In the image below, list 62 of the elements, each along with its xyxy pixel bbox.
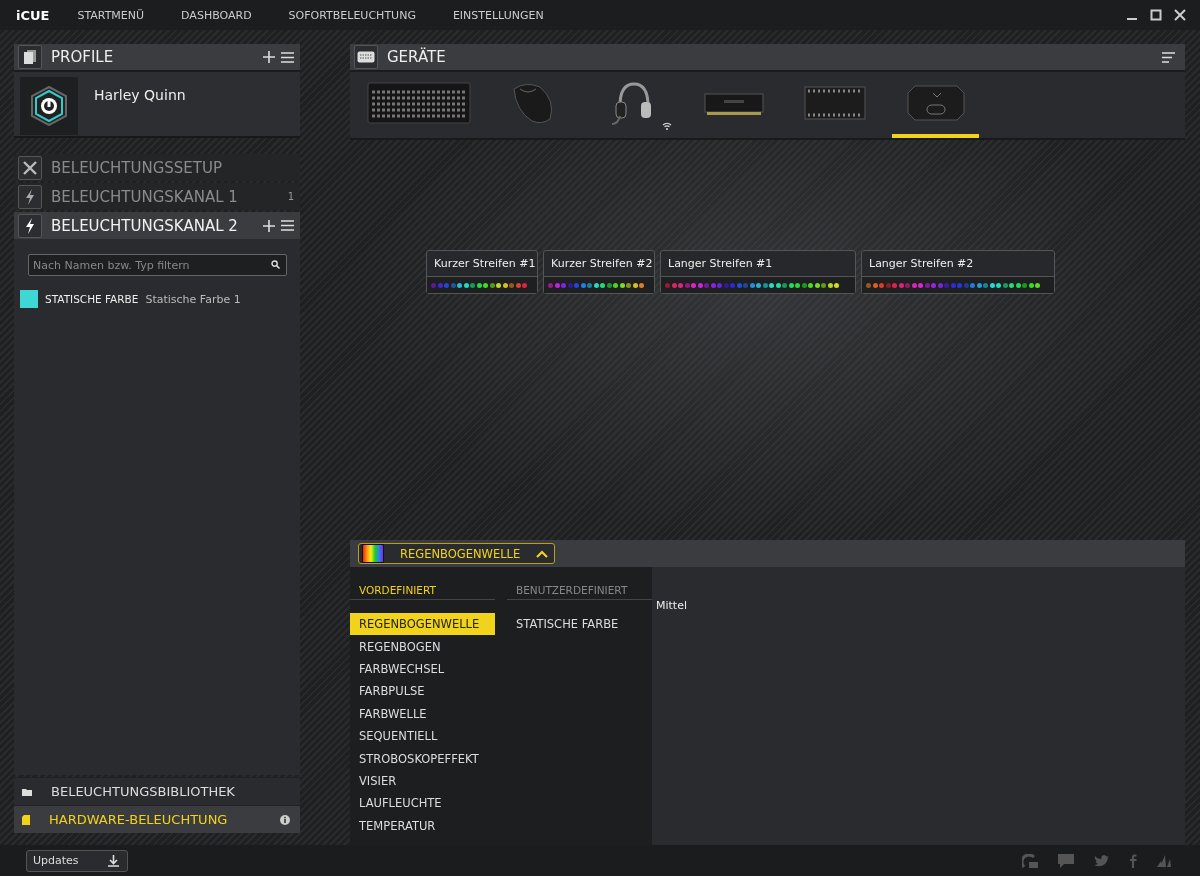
led-strip-card[interactable]: Langer Streifen #1 <box>660 250 856 294</box>
devices-title: GERÄTE <box>387 48 446 66</box>
filter-field[interactable]: Nach Namen bzw. Typ filtern <box>28 254 287 276</box>
lighting-section-tab[interactable]: BELEUCHTUNGSSETUP <box>14 154 300 181</box>
maximize-icon[interactable] <box>1150 9 1162 21</box>
speed-value: Mittel <box>656 599 687 612</box>
nav-tab[interactable]: EINSTELLUNGEN <box>452 4 544 26</box>
channel-count: 1 <box>287 191 294 202</box>
tools-icon <box>22 159 38 176</box>
app-logo: iCUE <box>16 7 50 23</box>
folder-icon <box>22 787 32 796</box>
effect-category-tab[interactable]: VORDEFINIERT <box>350 581 495 600</box>
led-strip-card[interactable]: Langer Streifen #2 <box>861 250 1055 294</box>
keyboard-icon <box>367 82 471 124</box>
effect-option[interactable]: FARBWECHSEL <box>350 657 495 681</box>
add-icon[interactable] <box>263 219 275 232</box>
library-tab[interactable]: BELEUCHTUNGSBIBLIOTHEK <box>14 777 300 805</box>
hub-icon <box>906 85 965 121</box>
list-icon[interactable] <box>1162 51 1175 63</box>
effect-option[interactable]: FARBPULSE <box>350 680 495 703</box>
menu-icon[interactable] <box>281 51 294 63</box>
menu-icon[interactable] <box>281 220 294 231</box>
hexagon-logo-icon <box>31 86 67 126</box>
add-icon[interactable] <box>263 51 275 63</box>
effect-option[interactable]: VISIER <box>350 769 495 793</box>
search-icon <box>271 260 280 269</box>
lightning-icon <box>24 217 36 234</box>
lightning-icon <box>24 188 36 205</box>
lighting-section-tab[interactable]: BELEUCHTUNGSKANAL 2 <box>14 212 300 239</box>
effect-option[interactable]: FARBWELLE <box>350 702 495 725</box>
library-tab[interactable]: HARDWARE-BELEUCHTUNG <box>14 805 300 833</box>
profiles-title: PROFILE <box>51 48 114 66</box>
effect-option[interactable]: STROBOSKOPEFFEKT <box>350 747 495 770</box>
effect-option[interactable]: SEQUENTIELL <box>350 724 495 748</box>
info-icon[interactable] <box>280 814 290 825</box>
rainbow-icon <box>362 544 384 563</box>
effect-option[interactable]: REGENBOGENWELLE <box>350 613 495 636</box>
nav-tab[interactable]: SOFORTBELEUCHTUNG <box>288 4 416 26</box>
chevron-up-icon <box>536 549 549 558</box>
memory-module-icon <box>703 90 764 116</box>
updates-button[interactable]: Updates <box>26 849 128 872</box>
profiles-icon <box>18 45 42 69</box>
effect-option[interactable]: STATISCHE FARBE <box>507 613 652 636</box>
effect-dropdown[interactable]: REGENBOGENWELLE <box>358 543 556 564</box>
effect-option[interactable]: TEMPERATUR <box>350 814 495 837</box>
keyboard-icon <box>354 45 378 69</box>
nav-tab[interactable]: DASHBOARD <box>181 4 252 26</box>
led-strip-card[interactable]: Kurzer Streifen #1 <box>426 250 538 294</box>
controller-box-icon <box>803 86 866 120</box>
effect-option[interactable]: LAUFLEUCHTE <box>350 792 495 815</box>
lighting-section-tab[interactable]: BELEUCHTUNGSKANAL 1 1 <box>14 183 300 210</box>
led-strip-card[interactable]: Kurzer Streifen #2 <box>543 250 655 294</box>
profile-card[interactable]: Harley Quinn <box>14 72 300 138</box>
close-icon[interactable] <box>1174 9 1186 21</box>
layer-name[interactable]: Statische Farbe 1 <box>145 292 241 306</box>
effect-category-tab[interactable]: BENUTZERDEFINIERT <box>507 581 652 600</box>
download-icon <box>108 854 119 867</box>
layer-type[interactable]: STATISCHE FARBE <box>45 293 139 305</box>
profile-name: Harley Quinn <box>94 87 186 105</box>
nav-tab[interactable]: STARTMENÜ <box>77 4 145 26</box>
effect-option[interactable]: REGENBOGEN <box>350 635 495 658</box>
memory-card-icon <box>22 814 30 825</box>
